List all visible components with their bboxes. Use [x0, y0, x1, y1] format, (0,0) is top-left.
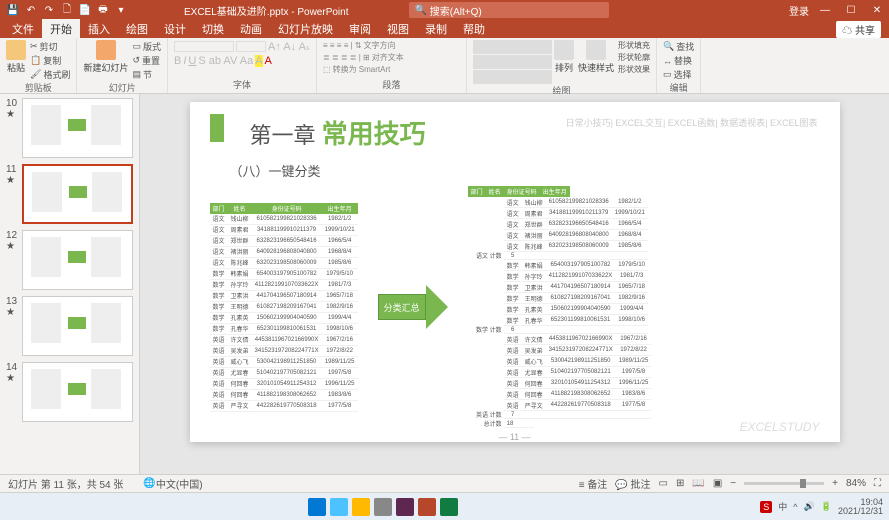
print-icon[interactable]: 🖶 [96, 3, 110, 17]
redo-icon[interactable]: ↷ [42, 3, 56, 17]
left-table: 部门姓名身份证号码出生年月语文钱山柳6105821998210283361982… [210, 203, 358, 412]
tray-ime-icon[interactable]: S [760, 501, 772, 513]
quick-access-toolbar: 💾 ↶ ↷ 🗋 📄 🖶 ▾ [0, 3, 134, 17]
tab-draw[interactable]: 绘图 [118, 19, 156, 39]
notes-button[interactable]: ≡ 备注 [579, 476, 608, 491]
minimize-icon[interactable]: — [813, 1, 837, 19]
excel-icon[interactable] [440, 498, 458, 516]
save-icon[interactable]: 💾 [6, 3, 20, 17]
new-slide-button[interactable]: 新建幻灯片 [83, 40, 128, 74]
open-icon[interactable]: 📄 [78, 3, 92, 17]
zoom-out-button[interactable]: − [730, 478, 736, 489]
tab-review[interactable]: 审阅 [341, 19, 379, 39]
format-painter-button[interactable]: 🖌格式刷 [30, 68, 70, 81]
tray-chevron-icon[interactable]: ^ [793, 502, 797, 512]
zoom-slider[interactable] [744, 482, 824, 485]
select-button[interactable]: ▭选择 [663, 68, 694, 81]
tab-record[interactable]: 录制 [417, 19, 455, 39]
thumbnail-11[interactable]: 11★ [6, 164, 133, 224]
taskbar-time[interactable]: 19:04 [838, 498, 883, 507]
comments-button[interactable]: 💬 批注 [615, 476, 650, 491]
paste-button[interactable]: 粘贴 [6, 40, 26, 74]
slide-watermark: EXCELSTUDY [739, 420, 819, 434]
tab-help[interactable]: 帮助 [455, 19, 493, 39]
tab-animations[interactable]: 动画 [232, 19, 270, 39]
ribbon-tabs: 文件 开始 插入 绘图 设计 切换 动画 幻灯片放映 审阅 视图 录制 帮助 ☁… [0, 20, 889, 38]
quick-styles-button[interactable]: 快速样式 [578, 40, 614, 74]
thumbnail-10[interactable]: 10★ [6, 98, 133, 158]
slide-page-number: — 11 — [210, 432, 820, 442]
title-accent-bar [210, 114, 224, 142]
current-slide[interactable]: 第一章 常用技巧 日常小技巧| EXCEL交互| EXCEL函数| 数据透视表|… [190, 102, 840, 442]
tray-language-icon[interactable]: 中 [778, 500, 787, 513]
thumbnail-14[interactable]: 14★ [6, 362, 133, 422]
shapes-gallery[interactable] [473, 40, 550, 84]
login-button[interactable]: 登录 [787, 1, 811, 19]
tab-design[interactable]: 设计 [156, 19, 194, 39]
shape-outline-button[interactable]: 形状轮廓 [618, 52, 650, 63]
task-app2[interactable] [396, 498, 414, 516]
thumbnail-13[interactable]: 13★ [6, 296, 133, 356]
copy-button[interactable]: 📋复制 [30, 54, 70, 67]
tray-battery-icon[interactable]: 🔋 [821, 501, 832, 512]
group-slides: 幻灯片 [83, 81, 161, 94]
share-button[interactable]: ☁ 共享 [836, 21, 881, 38]
right-table-group: 部门姓名身份证号码出生年月语文 计数语文钱山柳61058219982102833… [468, 186, 652, 428]
tab-transitions[interactable]: 切换 [194, 19, 232, 39]
taskbar-date[interactable]: 2021/12/31 [838, 507, 883, 516]
slideshow-view-icon[interactable]: ▣ [713, 478, 722, 489]
reading-view-icon[interactable]: 📖 [692, 478, 704, 489]
statusbar: 幻灯片 第 11 张，共 54 张 🌐 中文(中国) ≡ 备注 💬 批注 ▭ ⊞… [0, 474, 889, 492]
arrange-button[interactable]: 排列 [554, 40, 574, 74]
close-icon[interactable]: ✕ [865, 1, 889, 19]
tab-insert[interactable]: 插入 [80, 19, 118, 39]
group-font: 字体 [174, 78, 310, 91]
taskbar: S 中 ^ 🔊 🔋 19:04 2021/12/31 [0, 492, 889, 520]
start-icon[interactable] [308, 498, 326, 516]
tab-file[interactable]: 文件 [4, 19, 42, 39]
tray-volume-icon[interactable]: 🔊 [804, 501, 815, 512]
undo-icon[interactable]: ↶ [24, 3, 38, 17]
maximize-icon[interactable]: ☐ [839, 1, 863, 19]
section-button[interactable]: ▤节 [132, 68, 161, 81]
find-button[interactable]: 🔍查找 [663, 40, 694, 53]
arrow-shape: 分类汇总 [378, 285, 448, 329]
task-app1[interactable] [330, 498, 348, 516]
group-editing: 编辑 [663, 81, 694, 94]
new-icon[interactable]: 🗋 [60, 3, 74, 17]
group-clipboard: 剪贴板 [6, 81, 70, 94]
layout-button[interactable]: ▭版式 [132, 40, 161, 53]
titlebar: 💾 ↶ ↷ 🗋 📄 🖶 ▾ EXCEL基础及进阶.pptx - PowerPoi… [0, 0, 889, 20]
slide-tags: 日常小技巧| EXCEL交互| EXCEL函数| 数据透视表| EXCEL图表 [566, 116, 818, 129]
powerpoint-icon[interactable] [418, 498, 436, 516]
shape-effects-button[interactable]: 形状效果 [618, 64, 650, 75]
explorer-icon[interactable] [352, 498, 370, 516]
qat-dropdown-icon[interactable]: ▾ [114, 3, 128, 17]
language-indicator[interactable]: 中文(中国) [156, 476, 203, 491]
settings-icon[interactable] [374, 498, 392, 516]
zoom-in-button[interactable]: + [832, 478, 838, 489]
zoom-level[interactable]: 84% [846, 478, 866, 489]
window-title: EXCEL基础及进阶.pptx - PowerPoint [184, 3, 349, 18]
sorter-view-icon[interactable]: ⊞ [676, 478, 684, 489]
replace-button[interactable]: ↔替换 [663, 54, 694, 67]
slide-editor[interactable]: 第一章 常用技巧 日常小技巧| EXCEL交互| EXCEL函数| 数据透视表|… [140, 94, 889, 474]
ribbon: 粘贴 ✂剪切 📋复制 🖌格式刷 剪贴板 新建幻灯片 ▭版式 ↺重置 ▤节 幻灯片… [0, 38, 889, 94]
group-paragraph: 段落 [323, 78, 460, 91]
slide-subtitle: （八）一键分类 [230, 161, 820, 180]
search-input[interactable]: 🔍 搜索(Alt+Q) [409, 2, 609, 18]
slide-thumbnails: 10★11★12★13★14★ [0, 94, 140, 474]
tab-slideshow[interactable]: 幻灯片放映 [270, 19, 341, 39]
tab-home[interactable]: 开始 [42, 19, 80, 39]
tab-view[interactable]: 视图 [379, 19, 417, 39]
search-icon: 🔍 [415, 5, 427, 16]
cut-button[interactable]: ✂剪切 [30, 40, 70, 53]
reset-button[interactable]: ↺重置 [132, 54, 161, 67]
normal-view-icon[interactable]: ▭ [659, 478, 668, 489]
fit-window-icon[interactable]: ⛶ [874, 478, 881, 489]
slide-counter: 幻灯片 第 11 张，共 54 张 [8, 476, 123, 491]
shape-fill-button[interactable]: 形状填充 [618, 40, 650, 51]
thumbnail-12[interactable]: 12★ [6, 230, 133, 290]
